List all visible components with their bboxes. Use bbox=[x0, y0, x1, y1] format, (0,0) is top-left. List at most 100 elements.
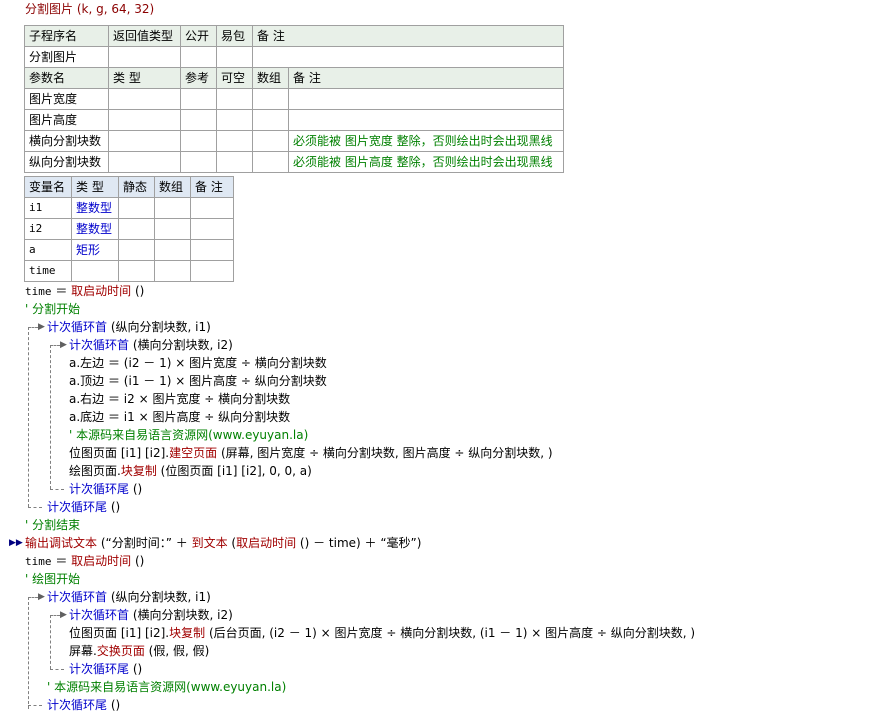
table-cell[interactable] bbox=[180, 88, 217, 110]
code-comment[interactable]: ' 绘图开始 bbox=[25, 570, 80, 588]
table-cell[interactable] bbox=[288, 109, 564, 131]
code-token: (纵向分割块数, i1) bbox=[107, 590, 211, 604]
code-line[interactable]: 计次循环首 (纵向分割块数, i1) bbox=[47, 588, 211, 606]
table-cell[interactable]: i1 bbox=[24, 197, 72, 219]
table-cell[interactable] bbox=[108, 151, 181, 173]
table-cell[interactable] bbox=[118, 239, 155, 261]
code-token: () bbox=[131, 284, 145, 298]
code-line[interactable]: a.底边 ＝ i1 × 图片高度 ÷ 纵向分割块数 bbox=[69, 408, 290, 426]
table-cell[interactable] bbox=[118, 218, 155, 240]
table-cell[interactable]: 矩形 bbox=[71, 239, 119, 261]
table-cell[interactable] bbox=[288, 88, 564, 110]
code-line[interactable]: time ＝ 取启动时间 () bbox=[25, 282, 144, 301]
table-cell[interactable] bbox=[180, 130, 217, 152]
code-token: ＝ bbox=[51, 554, 72, 568]
code-comment[interactable]: ' 本源码来自易语言资源网(www.eyuyan.la) bbox=[47, 678, 286, 696]
code-token: (横向分割块数, i2) bbox=[129, 338, 233, 352]
table-cell[interactable] bbox=[216, 151, 253, 173]
code-token: 计次循环尾 bbox=[69, 482, 130, 496]
table-cell[interactable] bbox=[252, 109, 289, 131]
table-cell[interactable]: 必须能被 图片高度 整除，否则绘出时会出现黑线 bbox=[288, 151, 564, 173]
code-line[interactable]: 计次循环尾 () bbox=[47, 498, 120, 516]
code-line[interactable]: a.右边 ＝ i2 × 图片宽度 ÷ 横向分割块数 bbox=[69, 390, 290, 408]
table-cell[interactable]: i2 bbox=[24, 218, 72, 240]
table-cell[interactable] bbox=[216, 88, 253, 110]
loop-guide-line bbox=[50, 615, 51, 669]
loop-guide-line bbox=[50, 615, 60, 616]
code-line[interactable]: a.顶边 ＝ (i1 － 1) × 图片高度 ÷ 纵向分割块数 bbox=[69, 372, 327, 390]
code-line[interactable]: 位图页面 [i1] [i2].块复制 (后台页面, (i2 － 1) × 图片宽… bbox=[69, 624, 695, 642]
table-cell[interactable] bbox=[154, 260, 191, 282]
code-line[interactable]: 计次循环首 (横向分割块数, i2) bbox=[69, 606, 233, 624]
code-line[interactable]: a.左边 ＝ (i2 － 1) × 图片宽度 ÷ 横向分割块数 bbox=[69, 354, 327, 372]
code-line[interactable]: 输出调试文本 (“分割时间：” ＋ 到文本 (取启动时间 () － time) … bbox=[25, 534, 421, 552]
code-token: 取启动时间 bbox=[71, 284, 132, 298]
table-cell[interactable] bbox=[216, 130, 253, 152]
table-cell[interactable] bbox=[154, 218, 191, 240]
code-token: 计次循环尾 bbox=[69, 662, 130, 676]
code-line[interactable]: 计次循环首 (横向分割块数, i2) bbox=[69, 336, 233, 354]
table-cell[interactable] bbox=[190, 218, 234, 240]
code-comment[interactable]: ' 分割结束 bbox=[25, 516, 80, 534]
table-row: time bbox=[24, 260, 234, 282]
code-line[interactable]: time ＝ 取启动时间 () bbox=[25, 552, 144, 571]
col-header: 数组 bbox=[252, 67, 289, 89]
table-cell[interactable] bbox=[154, 197, 191, 219]
code-line[interactable]: 绘图页面.块复制 (位图页面 [i1] [i2], 0, 0, a) bbox=[69, 462, 312, 480]
table-cell[interactable] bbox=[108, 109, 181, 131]
table-cell[interactable] bbox=[216, 109, 253, 131]
table-cell[interactable]: a bbox=[24, 239, 72, 261]
table-cell[interactable]: 纵向分割块数 bbox=[24, 151, 109, 173]
table-cell[interactable] bbox=[190, 239, 234, 261]
table-cell[interactable] bbox=[108, 46, 181, 68]
col-header: 数组 bbox=[154, 176, 191, 198]
col-header: 返回值类型 bbox=[108, 25, 181, 47]
table-cell[interactable] bbox=[118, 260, 155, 282]
table-cell[interactable]: 必须能被 图片宽度 整除，否则绘出时会出现黑线 bbox=[288, 130, 564, 152]
table-cell[interactable]: 图片高度 bbox=[24, 109, 109, 131]
table-cell[interactable] bbox=[118, 197, 155, 219]
parameter-table: 参数名 类 型 参考 可空 数组 备 注 图片宽度 图片高度 横向分割块数 必须… bbox=[24, 67, 564, 173]
code-line[interactable]: 计次循环尾 () bbox=[69, 660, 142, 678]
code-comment[interactable]: ' 本源码来自易语言资源网(www.eyuyan.la) bbox=[69, 426, 308, 444]
table-cell[interactable] bbox=[252, 130, 289, 152]
code-line[interactable]: 计次循环首 (纵向分割块数, i1) bbox=[47, 318, 211, 336]
code-line[interactable]: 计次循环尾 () bbox=[47, 696, 120, 714]
table-cell[interactable]: 图片宽度 bbox=[24, 88, 109, 110]
code-line[interactable]: 位图页面 [i1] [i2].建空页面 (屏幕, 图片宽度 ÷ 横向分割块数, … bbox=[69, 444, 553, 462]
code-line[interactable]: 屏幕.交换页面 (假, 假, 假) bbox=[69, 642, 209, 660]
table-cell[interactable] bbox=[180, 109, 217, 131]
table-cell[interactable] bbox=[252, 46, 564, 68]
table-row: 横向分割块数 必须能被 图片宽度 整除，否则绘出时会出现黑线 bbox=[24, 130, 564, 152]
table-cell[interactable] bbox=[180, 151, 217, 173]
table-cell[interactable]: time bbox=[24, 260, 72, 282]
code-token: ＝ bbox=[51, 284, 72, 298]
code-token: 屏幕. bbox=[69, 644, 97, 658]
code-line[interactable]: 计次循环尾 () bbox=[69, 480, 142, 498]
table-cell[interactable] bbox=[108, 130, 181, 152]
table-cell[interactable] bbox=[190, 260, 234, 282]
table-cell[interactable]: 整数型 bbox=[71, 218, 119, 240]
table-cell[interactable] bbox=[154, 239, 191, 261]
code-token: 计次循环尾 bbox=[47, 500, 108, 514]
table-cell[interactable] bbox=[108, 88, 181, 110]
loop-guide-line bbox=[28, 597, 38, 598]
table-cell[interactable] bbox=[216, 46, 253, 68]
table-row: i1 整数型 bbox=[24, 197, 234, 219]
loop-guide-line bbox=[50, 345, 60, 346]
table-cell[interactable] bbox=[180, 46, 217, 68]
code-token: () bbox=[107, 500, 121, 514]
table-cell[interactable]: 整数型 bbox=[71, 197, 119, 219]
table-row: 图片宽度 bbox=[24, 88, 564, 110]
breakpoint-arrow-icon[interactable]: ▶▶ bbox=[9, 534, 23, 552]
table-cell[interactable]: 分割图片 bbox=[24, 46, 109, 68]
col-header: 易包 bbox=[216, 25, 253, 47]
table-cell[interactable] bbox=[71, 260, 119, 282]
col-header: 备 注 bbox=[288, 67, 564, 89]
table-cell[interactable] bbox=[190, 197, 234, 219]
table-cell[interactable] bbox=[252, 88, 289, 110]
table-cell[interactable] bbox=[252, 151, 289, 173]
table-cell[interactable]: 横向分割块数 bbox=[24, 130, 109, 152]
code-comment[interactable]: ' 分割开始 bbox=[25, 300, 80, 318]
code-token: (纵向分割块数, i1) bbox=[107, 320, 211, 334]
